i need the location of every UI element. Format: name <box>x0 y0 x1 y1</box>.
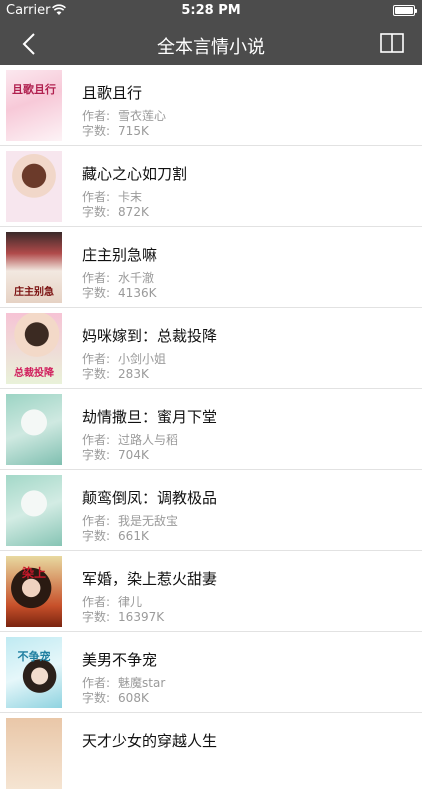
book-word-count: 字数: 872K <box>82 205 149 219</box>
book-title: 妈咪嫁到：总裁投降 <box>82 327 218 345</box>
book-title: 美男不争宠 <box>82 651 158 669</box>
book-row[interactable]: 劫情撒旦：蜜月下堂 作者: 过路人与稻 字数: 704K <box>0 389 422 470</box>
nav-bar: 全本言情小说 <box>0 22 422 65</box>
book-word-count: 字数: 661K <box>82 529 149 543</box>
book-cover-image <box>6 718 62 789</box>
book-title: 颠鸾倒凤：调教极品 <box>82 489 218 507</box>
page-title: 全本言情小说 <box>157 37 265 58</box>
book-cover-image: 不争宠 <box>6 637 62 708</box>
book-title: 军婚，染上惹火甜妻 <box>82 570 218 588</box>
book-word-count: 字数: 4136K <box>82 286 157 300</box>
book-cover-image: 染上 <box>6 556 62 627</box>
book-word-count: 字数: 16397K <box>82 610 165 624</box>
book-row[interactable]: 染上 军婚，染上惹火甜妻 作者: 律儿 字数: 16397K <box>0 551 422 632</box>
battery-icon <box>393 5 417 16</box>
book-row[interactable]: 颠鸾倒凤：调教极品 作者: 我是无敌宝 字数: 661K <box>0 470 422 551</box>
book-title: 劫情撒旦：蜜月下堂 <box>82 408 218 426</box>
book-row[interactable]: 天才少女的穿越人生 <box>0 713 422 794</box>
book-cover-image <box>6 394 62 465</box>
book-title: 天才少女的穿越人生 <box>82 732 218 750</box>
status-bar: Carrier 5:28 PM <box>0 0 422 22</box>
book-word-count: 字数: 715K <box>82 124 149 138</box>
book-row[interactable]: 庄主别急 庄主别急嘛 作者: 水千澈 字数: 4136K <box>0 227 422 308</box>
open-book-icon[interactable] <box>380 32 404 54</box>
book-cover-image: 总裁投降 <box>6 313 62 384</box>
book-cover-image: 且歌且行 <box>6 70 62 141</box>
book-row[interactable]: 不争宠 美男不争宠 作者: 魅魔star 字数: 608K <box>0 632 422 713</box>
book-title: 庄主别急嘛 <box>82 246 158 264</box>
book-cover-image <box>6 475 62 546</box>
book-word-count: 字数: 608K <box>82 691 149 705</box>
book-list: 且歌且行 且歌且行 作者: 雪衣莲心 字数: 715K 藏心之心如刀割 作者: 卡末 … <box>0 65 422 794</box>
book-cover-image <box>6 151 62 222</box>
book-word-count: 字数: 704K <box>82 448 149 462</box>
book-cover-image: 庄主别急 <box>6 232 62 303</box>
book-title: 且歌且行 <box>82 84 143 102</box>
status-time: 5:28 PM <box>181 3 241 18</box>
book-title: 藏心之心如刀割 <box>82 165 188 183</box>
book-row[interactable]: 藏心之心如刀割 作者: 卡末 字数: 872K <box>0 146 422 227</box>
book-row[interactable]: 总裁投降 妈咪嫁到：总裁投降 作者: 小剑小姐 字数: 283K <box>0 308 422 389</box>
book-word-count: 字数: 283K <box>82 367 149 381</box>
book-row[interactable]: 且歌且行 且歌且行 作者: 雪衣莲心 字数: 715K <box>0 65 422 146</box>
